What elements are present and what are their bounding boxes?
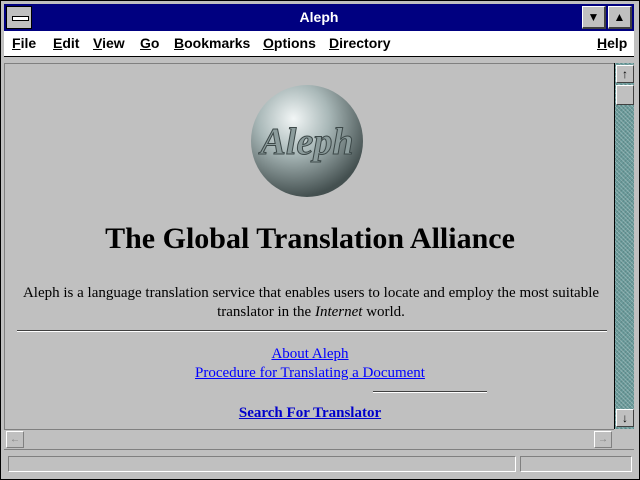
scroll-left-button[interactable]: ← xyxy=(6,431,24,448)
intro-emphasis: Internet xyxy=(314,304,363,320)
status-bar xyxy=(4,449,634,476)
menu-directory[interactable]: Directory xyxy=(329,35,390,51)
scroll-up-button[interactable]: ↑ xyxy=(616,65,634,83)
horizontal-scrollbar[interactable]: ← → xyxy=(4,429,614,449)
minimize-button[interactable]: ▼ xyxy=(582,6,606,29)
maximize-icon: ▲ xyxy=(613,10,626,24)
logo-text: Aleph xyxy=(259,121,354,163)
scroll-down-button[interactable]: ↓ xyxy=(616,409,634,427)
menu-options[interactable]: Options xyxy=(263,35,316,51)
page-heading: The Global Translation Alliance xyxy=(105,222,515,255)
scroll-thumb[interactable] xyxy=(616,85,634,105)
intro-text-1: Aleph is a language translation service … xyxy=(22,285,600,320)
progress-indicator xyxy=(520,456,632,472)
scroll-right-button[interactable]: → xyxy=(594,431,612,448)
vertical-scrollbar[interactable]: ↑ ↓ xyxy=(614,63,634,429)
menu-view[interactable]: View xyxy=(93,35,125,51)
maximize-button[interactable]: ▲ xyxy=(608,6,632,29)
menu-bar: File Edit View Go Bookmarks Options Dire… xyxy=(4,31,634,57)
title-bar[interactable]: Aleph ▼ ▲ xyxy=(4,4,634,31)
minimize-icon: ▼ xyxy=(587,10,600,24)
window-title: Aleph xyxy=(299,9,339,25)
aleph-logo: Aleph xyxy=(251,85,363,197)
menu-go[interactable]: Go xyxy=(140,35,159,51)
intro-paragraph: Aleph is a language translation service … xyxy=(17,284,605,322)
arrow-down-icon: ↓ xyxy=(622,411,628,425)
short-divider xyxy=(373,391,487,393)
link-search-translator[interactable]: Search For Translator xyxy=(5,405,615,422)
link-about-aleph[interactable]: About Aleph xyxy=(5,346,615,363)
status-text-field xyxy=(8,456,516,472)
arrow-left-icon: ← xyxy=(10,434,20,445)
scrollbar-corner xyxy=(614,429,634,449)
divider xyxy=(17,330,607,332)
menu-help[interactable]: Help xyxy=(597,35,627,51)
link-procedure[interactable]: Procedure for Translating a Document xyxy=(5,365,615,382)
intro-text-2: world. xyxy=(362,304,405,320)
menu-bookmarks[interactable]: Bookmarks xyxy=(174,35,250,51)
arrow-up-icon: ↑ xyxy=(622,67,628,81)
arrow-right-icon: → xyxy=(598,434,608,445)
menu-file[interactable]: File xyxy=(12,35,36,51)
menu-edit[interactable]: Edit xyxy=(53,35,79,51)
page-content: Aleph The Global Translation Alliance Al… xyxy=(4,63,615,430)
